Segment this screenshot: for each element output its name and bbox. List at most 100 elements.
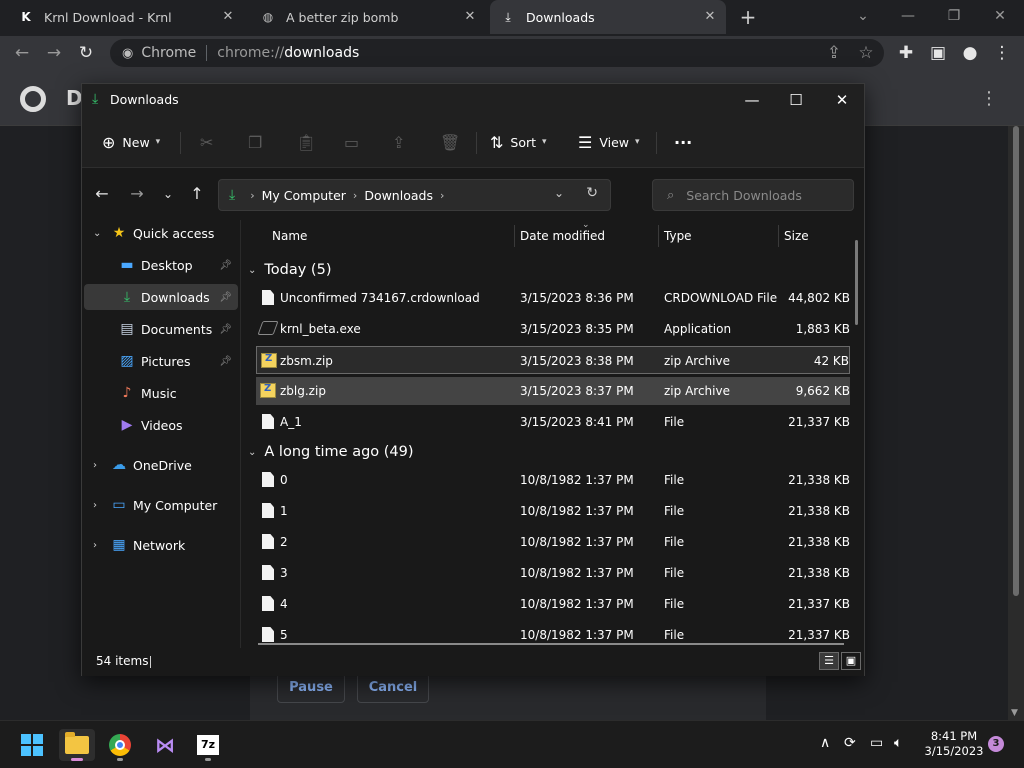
tiles-view-icon[interactable]: ▣ — [841, 652, 861, 670]
tab-zip-bomb[interactable]: ◍ A better zip bomb ✕ — [250, 0, 486, 34]
group-header-long-ago[interactable]: ⌄ A long time ago (49) — [248, 438, 848, 466]
share-icon[interactable]: ⇪ — [822, 41, 846, 65]
minimize-icon[interactable]: — — [888, 4, 928, 28]
address-bar[interactable]: ◉ Chrome chrome:// downloads — [110, 39, 884, 67]
list-item[interactable]: 3 10/8/1982 1:37 PM File 21,338 KB — [256, 559, 850, 587]
rename-icon[interactable]: ▭ — [344, 130, 366, 154]
sync-icon[interactable]: ⟳ — [844, 735, 856, 751]
column-header-size[interactable]: Size — [784, 220, 809, 252]
copy-icon[interactable]: ❐ — [248, 130, 269, 154]
sidebar-item-desktop[interactable]: ▬ Desktop 📌︎ — [84, 252, 238, 278]
chevron-down-icon[interactable]: ⌄ — [248, 265, 256, 276]
chrome-menu-icon[interactable]: ⋮ — [990, 41, 1014, 65]
restore-icon[interactable]: ❐ — [934, 4, 974, 28]
list-item[interactable]: krnl_beta.exe 3/15/2023 8:35 PM Applicat… — [256, 315, 850, 343]
cut-icon[interactable]: ✂ — [200, 130, 220, 154]
sidebar-item-quick-access[interactable]: ⌄ ★ Quick access — [84, 220, 238, 246]
list-item[interactable]: zblg.zip 3/15/2023 8:37 PM zip Archive 9… — [256, 377, 850, 405]
address-breadcrumb[interactable]: ⤓ › My Computer › Downloads › ⌄ ↻ — [218, 179, 611, 211]
start-button[interactable] — [14, 729, 50, 761]
column-divider[interactable] — [778, 225, 779, 247]
pane-splitter[interactable] — [240, 220, 241, 648]
up-icon[interactable]: ↑ — [186, 182, 208, 206]
taskbar-chrome[interactable] — [102, 729, 138, 761]
taskbar-file-explorer[interactable] — [59, 729, 95, 761]
forward-icon[interactable]: → — [42, 41, 66, 65]
sidebar-item-downloads[interactable]: ⤓ Downloads 📌︎ — [84, 284, 238, 310]
breadcrumb-my-computer[interactable]: My Computer — [262, 188, 346, 203]
close-icon[interactable]: ✕ — [220, 9, 236, 25]
sort-button[interactable]: ⇅ Sort ▾ — [490, 130, 547, 154]
column-header-type[interactable]: Type — [664, 220, 692, 252]
chevron-down-icon[interactable]: ⌄ — [93, 228, 101, 239]
explorer-title-bar[interactable]: ⤓ Downloads — ☐ ✕ — [82, 84, 864, 116]
forward-icon[interactable]: → — [126, 182, 148, 206]
list-item[interactable]: A_1 3/15/2023 8:41 PM File 21,337 KB — [256, 408, 850, 436]
column-divider[interactable] — [514, 225, 515, 247]
column-header-name[interactable]: Name — [272, 220, 307, 252]
sidebar-item-network[interactable]: › ▦ Network — [84, 532, 238, 558]
list-item[interactable]: 0 10/8/1982 1:37 PM File 21,338 KB — [256, 466, 850, 494]
extensions-icon[interactable]: ✚ — [894, 41, 918, 65]
back-icon[interactable]: ← — [10, 41, 34, 65]
search-input[interactable]: ⌕ Search Downloads — [652, 179, 854, 211]
refresh-icon[interactable]: ↻ — [586, 185, 598, 201]
sidebar-item-my-computer[interactable]: › ▭ My Computer — [84, 492, 238, 518]
paste-icon[interactable]: 📋︎ — [296, 130, 323, 154]
file-list-scrollbar[interactable] — [855, 240, 858, 325]
show-hidden-icons-icon[interactable]: ∧ — [820, 735, 830, 751]
close-window-icon[interactable]: ✕ — [980, 4, 1020, 28]
column-divider[interactable] — [658, 225, 659, 247]
chevron-right-icon[interactable]: › — [93, 460, 97, 471]
taskbar-7zip[interactable]: 7z — [190, 729, 226, 761]
tab-krnl[interactable]: K Krnl Download - Krnl ✕ — [8, 0, 244, 34]
sidebar-item-documents[interactable]: ▤ Documents 📌︎ — [84, 316, 238, 342]
new-button[interactable]: ⊕ New ▾ — [102, 130, 160, 154]
chevron-right-icon[interactable]: › — [93, 540, 97, 551]
network-status-icon[interactable]: ▭ — [870, 735, 883, 751]
minimize-icon[interactable]: — — [730, 88, 774, 112]
more-options-icon[interactable]: ⋮ — [980, 88, 998, 109]
list-item[interactable]: 1 10/8/1982 1:37 PM File 21,338 KB — [256, 497, 850, 525]
delete-icon[interactable]: 🗑︎ — [440, 130, 467, 154]
share-icon[interactable]: ⇪ — [392, 130, 412, 154]
back-icon[interactable]: ← — [91, 182, 113, 206]
page-scrollbar[interactable]: ▼ — [1008, 126, 1024, 720]
taskbar-visual-studio[interactable]: ⋈ — [147, 729, 183, 761]
list-item[interactable]: Unconfirmed 734167.crdownload 3/15/2023 … — [256, 284, 850, 312]
reload-icon[interactable]: ↻ — [74, 41, 98, 65]
breadcrumb-downloads[interactable]: Downloads — [364, 188, 433, 203]
file-list-horizontal-scrollbar[interactable] — [258, 643, 844, 645]
chevron-down-icon[interactable]: ⌄ — [554, 186, 564, 200]
notification-badge[interactable]: 3 — [988, 736, 1004, 752]
volume-icon[interactable]: 🔈︎ — [894, 735, 902, 751]
close-window-icon[interactable]: ✕ — [820, 88, 864, 112]
column-header-date[interactable]: Date modified — [520, 220, 605, 252]
pause-button[interactable]: Pause — [277, 673, 345, 703]
tab-search-icon[interactable]: ⌄ — [843, 4, 883, 28]
group-header-today[interactable]: ⌄ Today (5) — [248, 256, 848, 284]
tab-downloads[interactable]: ⤓ Downloads ✕ — [490, 0, 726, 34]
list-item[interactable]: 2 10/8/1982 1:37 PM File 21,338 KB — [256, 528, 850, 556]
recent-locations-icon[interactable]: ⌄ — [157, 182, 179, 206]
cancel-button[interactable]: Cancel — [357, 673, 429, 703]
close-icon[interactable]: ✕ — [462, 9, 478, 25]
sidebar-item-onedrive[interactable]: › ☁ OneDrive — [84, 452, 238, 478]
maximize-icon[interactable]: ☐ — [774, 88, 818, 112]
view-button[interactable]: ☰ View ▾ — [578, 130, 640, 154]
sidebar-item-videos[interactable]: ▶ Videos — [84, 412, 238, 438]
list-item[interactable]: 4 10/8/1982 1:37 PM File 21,337 KB — [256, 590, 850, 618]
scroll-down-arrow-icon[interactable]: ▼ — [1011, 708, 1018, 718]
profile-avatar-icon[interactable]: ● — [958, 41, 982, 65]
more-options-button[interactable]: ··· — [674, 130, 692, 154]
sidebar-item-pictures[interactable]: ▨ Pictures 📌︎ — [84, 348, 238, 374]
details-view-icon[interactable]: ☰ — [819, 652, 839, 670]
chevron-right-icon[interactable]: › — [93, 500, 97, 511]
bookmark-star-icon[interactable]: ☆ — [854, 41, 878, 65]
new-tab-button[interactable]: + — [736, 6, 760, 30]
sidebar-item-music[interactable]: ♪ Music — [84, 380, 238, 406]
list-item[interactable]: zbsm.zip 3/15/2023 8:38 PM zip Archive 4… — [256, 346, 850, 374]
scrollbar-thumb[interactable] — [1013, 126, 1019, 596]
system-clock[interactable]: 8:41 PM 3/15/2023 — [920, 729, 988, 759]
close-icon[interactable]: ✕ — [702, 9, 718, 25]
